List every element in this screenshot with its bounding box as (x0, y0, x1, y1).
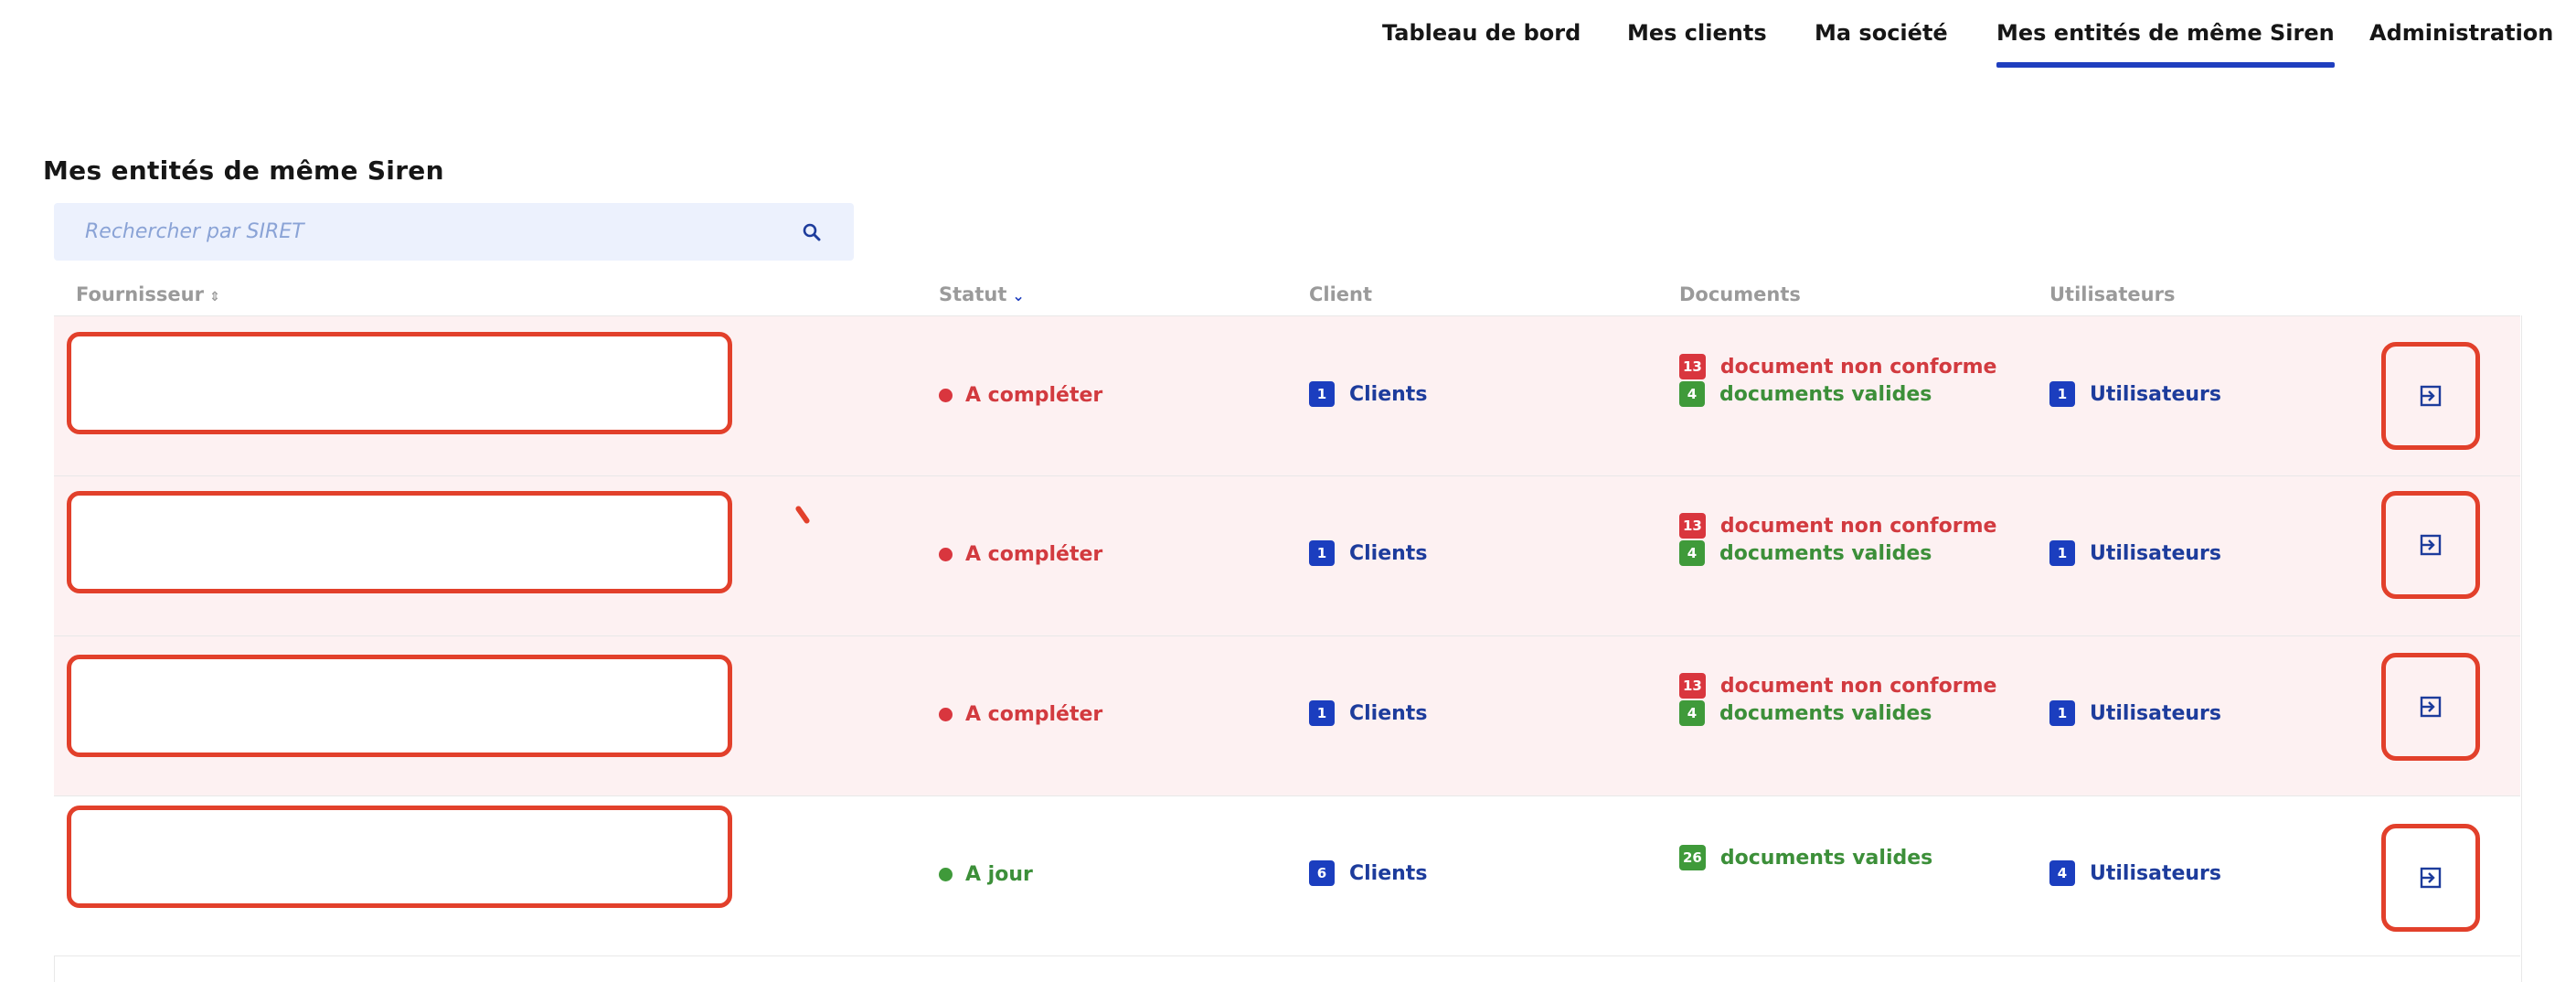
status-badge: A compléter (939, 703, 1102, 726)
sort-icon[interactable]: ⇕ (209, 290, 220, 304)
clients-count-badge: 6 (1309, 860, 1335, 886)
page-title: Mes entités de même Siren (43, 155, 444, 186)
status-badge: A compléter (939, 543, 1102, 566)
users-count-badge: 1 (2049, 381, 2075, 407)
open-entity-button[interactable] (2381, 653, 2480, 761)
clients-link[interactable]: 6 Clients (1309, 860, 1427, 886)
status-badge: A jour (939, 863, 1033, 886)
docs-nonconform-count-badge: 13 (1679, 673, 1706, 699)
search-icon[interactable] (801, 221, 823, 243)
documents-valid-link[interactable]: 4 documents valides (1679, 700, 1932, 726)
clients-count-badge: 1 (1309, 381, 1335, 407)
status-dot (939, 548, 953, 561)
docs-nonconform-count-badge: 13 (1679, 354, 1706, 379)
column-header-supplier-label: Fournisseur (76, 283, 204, 305)
column-header-users: Utilisateurs (2049, 283, 2176, 305)
users-count-badge: 1 (2049, 700, 2075, 726)
users-link[interactable]: 1 Utilisateurs (2049, 540, 2221, 566)
nav-item-administration[interactable]: Administration (2369, 20, 2553, 46)
documents-nonconform-link[interactable]: 13 document non conforme (1679, 673, 1996, 699)
clients-link[interactable]: 1 Clients (1309, 381, 1427, 407)
docs-valid-count-badge: 4 (1679, 540, 1705, 566)
clients-count-badge: 1 (1309, 700, 1335, 726)
nav-item-same-siren-entities[interactable]: Mes entités de même Siren (1996, 20, 2335, 68)
table-row: A jour 6 Clients 26 documents valides 4 Uti… (54, 795, 2520, 956)
search-input[interactable] (54, 203, 816, 261)
column-header-status[interactable]: Statut ⌄ (939, 283, 1025, 305)
users-link[interactable]: 4 Utilisateurs (2049, 860, 2221, 886)
column-header-client: Client (1309, 283, 1373, 305)
clients-link[interactable]: 1 Clients (1309, 540, 1427, 566)
column-header-supplier[interactable]: Fournisseur ⇕ (76, 283, 220, 305)
login-arrow-icon (2420, 696, 2442, 718)
supplier-name-redacted (67, 491, 732, 593)
nav-item-my-clients[interactable]: Mes clients (1627, 20, 1767, 46)
nav-item-dashboard[interactable]: Tableau de bord (1382, 20, 1581, 46)
status-dot (939, 868, 953, 881)
documents-valid-link[interactable]: 26 documents valides (1679, 845, 1932, 870)
column-header-documents: Documents (1679, 283, 1801, 305)
supplier-name-redacted (67, 655, 732, 757)
open-entity-button[interactable] (2381, 342, 2480, 450)
documents-nonconform-link[interactable]: 13 document non conforme (1679, 354, 1996, 379)
users-link[interactable]: 1 Utilisateurs (2049, 700, 2221, 726)
docs-valid-count-badge: 4 (1679, 700, 1705, 726)
open-entity-button[interactable] (2381, 491, 2480, 599)
supplier-name-redacted (67, 332, 732, 434)
documents-valid-link[interactable]: 4 documents valides (1679, 381, 1932, 407)
search-bar (54, 203, 854, 261)
open-entity-button[interactable] (2381, 824, 2480, 932)
documents-valid-link[interactable]: 4 documents valides (1679, 540, 1932, 566)
status-dot (939, 708, 953, 721)
users-count-badge: 4 (2049, 860, 2075, 886)
docs-valid-count-badge: 26 (1679, 845, 1706, 870)
nav-item-my-company[interactable]: Ma société (1815, 20, 1948, 46)
login-arrow-icon (2420, 534, 2442, 556)
clients-count-badge: 1 (1309, 540, 1335, 566)
documents-nonconform-link[interactable]: 13 document non conforme (1679, 513, 1996, 539)
chevron-down-icon[interactable]: ⌄ (1012, 287, 1024, 304)
supplier-name-redacted (67, 806, 732, 908)
clients-link[interactable]: 1 Clients (1309, 700, 1427, 726)
login-arrow-icon (2420, 867, 2442, 889)
login-arrow-icon (2420, 385, 2442, 407)
users-link[interactable]: 1 Utilisateurs (2049, 381, 2221, 407)
docs-nonconform-count-badge: 13 (1679, 513, 1706, 539)
table-row: A compléter 1 Clients 13 document non conf… (54, 475, 2520, 636)
status-dot (939, 389, 953, 402)
column-header-status-label: Statut (939, 283, 1007, 305)
table-row: A compléter 1 Clients 13 document non conf… (54, 635, 2520, 796)
table-row: A compléter 1 Clients 13 document non conf… (54, 315, 2520, 476)
users-count-badge: 1 (2049, 540, 2075, 566)
top-navigation: Tableau de bord Mes clients Ma société M… (0, 0, 2576, 73)
docs-valid-count-badge: 4 (1679, 381, 1705, 407)
status-badge: A compléter (939, 384, 1102, 407)
